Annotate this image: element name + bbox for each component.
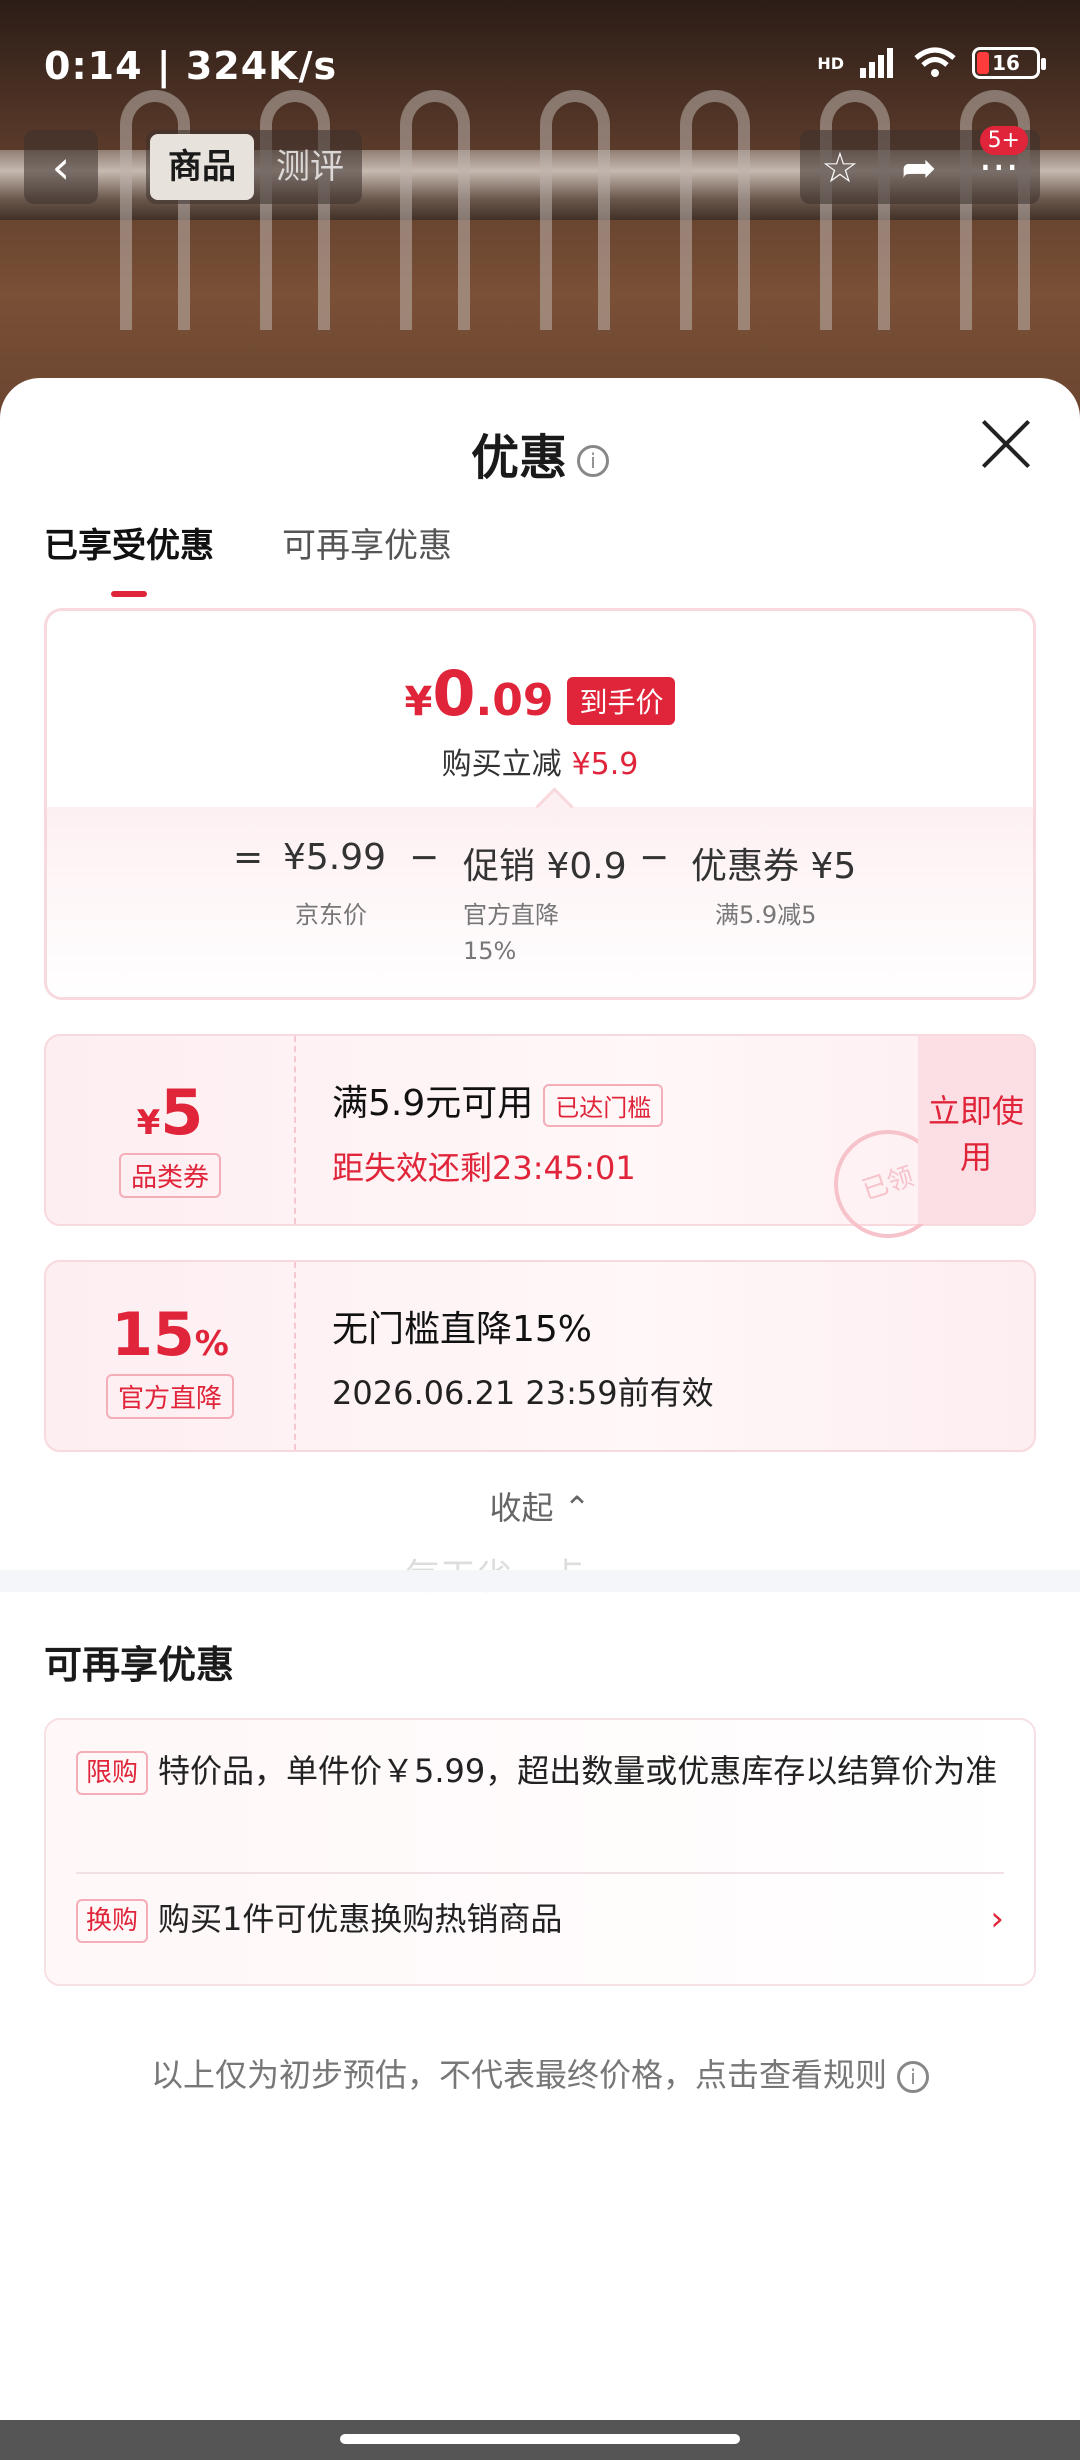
- network-label: HD: [817, 53, 844, 73]
- home-indicator[interactable]: [340, 2434, 740, 2444]
- collapse-button[interactable]: 收起 ⌃: [0, 1483, 1080, 1529]
- final-price-block: ¥0.09 到手价 购买立减 ¥5.9: [47, 611, 1033, 807]
- exchange-offer-row[interactable]: 换购 购买1件可优惠换购热销商品 ›: [76, 1894, 1004, 1944]
- message-badge: 5+: [979, 126, 1028, 155]
- home-indicator-bar: [0, 2420, 1080, 2460]
- instant-discount: 购买立减 ¥5.9: [441, 746, 639, 782]
- discount-type-label: 官方直降: [105, 1374, 234, 1419]
- share-icon[interactable]: ➦: [901, 143, 936, 192]
- jd-price: ¥5.99: [283, 837, 387, 878]
- promo-amount: 促销 ¥0.9: [463, 846, 627, 887]
- status-time: 0:14 | 324K/s: [44, 44, 338, 88]
- signal-icon: [860, 48, 893, 78]
- nav-actions: ☆ ➦ ··· 5+: [800, 126, 1040, 204]
- status-bar: 0:14 | 324K/s HD 16: [0, 0, 1080, 140]
- info-icon[interactable]: i: [577, 445, 609, 477]
- tab-review[interactable]: 测评: [258, 130, 362, 204]
- discount-value: 15% 官方直降: [46, 1262, 296, 1450]
- chevron-right-icon: ›: [990, 1899, 1004, 1939]
- sheet-title: 优惠 i: [0, 418, 1080, 488]
- coupon-amount: 优惠券 ¥5: [691, 846, 857, 887]
- back-button[interactable]: ‹: [24, 130, 98, 204]
- chevron-left-icon: ‹: [51, 140, 71, 194]
- section-title: 可再享优惠: [44, 1643, 235, 1687]
- coupon-condition: 满5.9减5: [715, 901, 817, 929]
- category-coupon: ¥5 品类券 满5.9元可用 已达门槛 距失效还剩23:45:01 已领 立即使用: [44, 1034, 1036, 1253]
- product-tabs: 商品 测评: [146, 130, 362, 204]
- final-price: ¥0.09: [404, 657, 554, 730]
- close-icon[interactable]: [978, 416, 1034, 472]
- tab-enjoyed[interactable]: 已享受优惠: [44, 518, 214, 597]
- list-item: 限购 特价品，单件价￥5.99，超出数量或优惠库存以结算价为准: [76, 1746, 1004, 1796]
- info-icon: i: [897, 2061, 929, 2093]
- star-icon[interactable]: ☆: [821, 143, 859, 192]
- use-now-button[interactable]: 立即使用: [918, 1036, 1034, 1224]
- coupon-value: ¥5 品类券: [46, 1036, 296, 1224]
- coupon-countdown: 距失效还剩23:45:01: [332, 1148, 636, 1187]
- coupon-details: 满5.9元可用 已达门槛 距失效还剩23:45:01: [332, 1074, 664, 1189]
- status-icons: HD 16: [817, 46, 1046, 80]
- tab-more-available[interactable]: 可再享优惠: [282, 518, 452, 567]
- top-nav: ‹ 商品 测评 ☆ ➦ ··· 5+: [0, 126, 1080, 210]
- price-formula: = ¥5.99 京东价 − 促销 ¥0.9 官方直降 15% − 优惠券 ¥5 满…: [47, 807, 1033, 997]
- minus-sign: −: [639, 837, 670, 878]
- extra-offers-card: 限购 特价品，单件价￥5.99，超出数量或优惠库存以结算价为准 换购 购买1件可优惠…: [44, 1718, 1036, 1986]
- jd-price-label: 京东价: [295, 901, 367, 929]
- limit-tag: 限购: [76, 1751, 149, 1795]
- wifi-icon: [914, 47, 956, 77]
- final-price-tag: 到手价: [567, 676, 676, 725]
- price-breakdown-card: ¥0.09 到手价 购买立减 ¥5.9 = ¥5.99 京东价 − 促销 ¥0.9 …: [44, 608, 1036, 1000]
- battery-icon: 16: [972, 47, 1046, 79]
- equals-sign: =: [233, 837, 264, 878]
- coupon-type-label: 品类券: [118, 1153, 221, 1198]
- discount-details: 无门槛直降15% 2026.06.21 23:59前有效: [332, 1309, 714, 1412]
- discount-validity: 2026.06.21 23:59前有效: [332, 1374, 714, 1412]
- threshold-met-tag: 已达门槛: [543, 1083, 664, 1127]
- rules-footnote[interactable]: 以上仅为初步预估，不代表最终价格，点击查看规则 i: [0, 2050, 1080, 2096]
- section-divider: [0, 1570, 1080, 1592]
- divider: [76, 1872, 1004, 1874]
- promo-label: 官方直降 15%: [463, 901, 559, 965]
- discount-sheet: 优惠 i 已享受优惠 可再享优惠 ¥0.09 到手价 购买立减 ¥5.9 = ¥5.9…: [0, 378, 1080, 2418]
- exchange-tag: 换购: [76, 1899, 149, 1943]
- minus-sign: −: [409, 837, 440, 878]
- official-discount-coupon: 15% 官方直降 无门槛直降15% 2026.06.21 23:59前有效: [44, 1260, 1036, 1452]
- tab-product[interactable]: 商品: [150, 134, 254, 200]
- discount-tabs: 已享受优惠 可再享优惠: [44, 518, 452, 597]
